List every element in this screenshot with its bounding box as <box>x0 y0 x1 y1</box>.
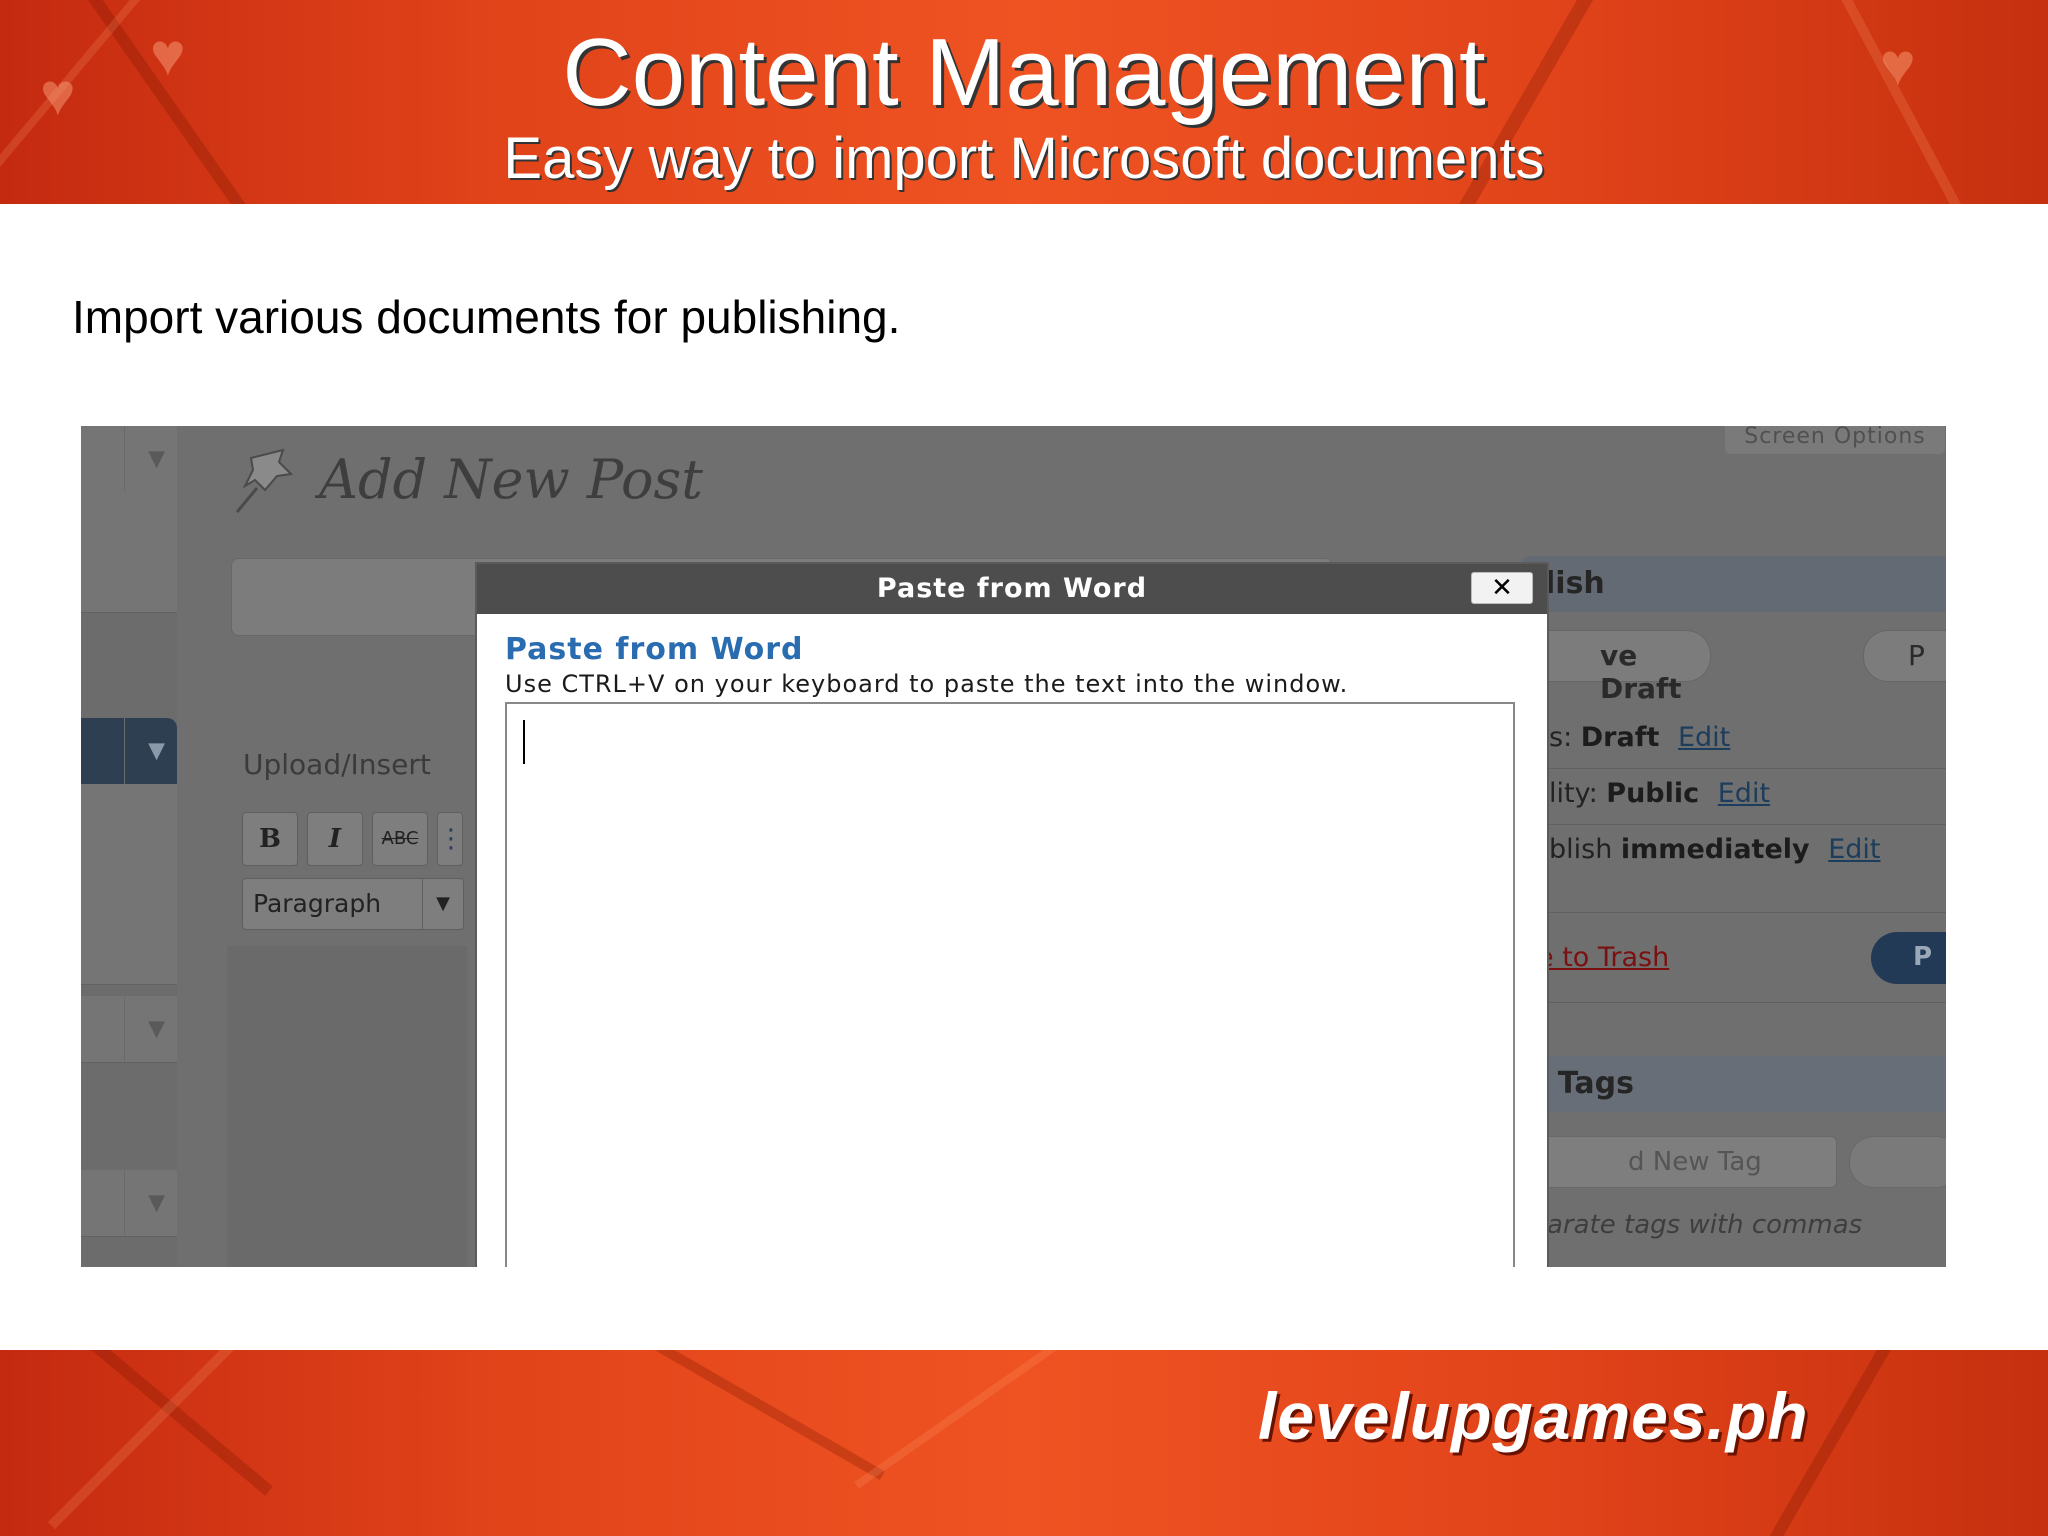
schedule-label: blish <box>1549 834 1613 865</box>
slide-subtitle: Easy way to import Microsoft documents <box>503 126 1545 191</box>
page-title: Add New Post <box>319 448 703 511</box>
wordpress-screenshot: ▼ ▼ ▼ ▼ Add New Post Screen Options Uplo… <box>81 426 1946 1267</box>
text-caret <box>523 720 525 764</box>
chevron-down-icon: ▼ <box>148 1016 165 1042</box>
dialog-heading: Paste from Word <box>505 632 804 667</box>
chevron-down-icon: ▼ <box>148 1190 165 1216</box>
add-tag-input[interactable]: d New Tag <box>1501 1136 1837 1188</box>
add-tag-button[interactable] <box>1849 1136 1946 1188</box>
edit-visibility-link[interactable]: Edit <box>1718 778 1770 809</box>
publish-button[interactable]: P <box>1871 932 1946 984</box>
edit-schedule-link[interactable]: Edit <box>1828 834 1880 865</box>
slide-body-text: Import various documents for publishing. <box>72 291 901 343</box>
divider <box>1521 824 1946 825</box>
divider <box>1521 1002 1946 1003</box>
tag-input-placeholder: d New Tag <box>1628 1147 1762 1177</box>
admin-sidebar: ▼ ▼ ▼ ▼ <box>81 426 177 1267</box>
dialog-instruction: Use CTRL+V on your keyboard to paste the… <box>505 670 1349 698</box>
save-draft-label: ve Draft <box>1600 639 1682 705</box>
slide-title: Content Management <box>562 19 1486 126</box>
pushpin-icon <box>235 448 294 513</box>
sidebar-menu-item[interactable] <box>81 492 177 613</box>
italic-button[interactable]: I <box>307 812 363 866</box>
divider <box>1521 912 1946 913</box>
visibility-label: lity: <box>1549 778 1598 809</box>
screen-options-tab[interactable]: Screen Options <box>1725 426 1945 454</box>
publish-button-label: P <box>1913 942 1933 972</box>
chevron-down-icon: ▼ <box>422 879 463 929</box>
chevron-down-icon: ▼ <box>148 446 165 472</box>
schedule-row: blish immediately Edit <box>1549 834 1881 865</box>
schedule-value: immediately <box>1620 834 1810 865</box>
preview-label: P <box>1908 639 1925 672</box>
format-select-value: Paragraph <box>253 889 382 918</box>
dialog-title: Paste from Word <box>876 573 1148 604</box>
publish-box-title: lish <box>1545 566 1605 601</box>
edit-status-link[interactable]: Edit <box>1678 722 1730 753</box>
close-icon[interactable]: ✕ <box>1471 572 1533 604</box>
format-select[interactable]: Paragraph ▼ <box>242 878 464 930</box>
sidebar-menu-item[interactable]: ▼ <box>81 996 177 1063</box>
sidebar-submenu[interactable] <box>81 784 177 985</box>
dialog-titlebar[interactable]: Paste from Word ✕ <box>477 564 1547 614</box>
strikethrough-button[interactable]: ABC <box>372 812 428 866</box>
paste-textarea[interactable] <box>505 702 1515 1267</box>
post-status-row: s: Draft Edit <box>1549 722 1730 753</box>
move-to-trash-link[interactable]: e to Trash <box>1537 942 1669 973</box>
preview-button[interactable]: P <box>1863 630 1946 682</box>
sidebar-menu-item-active[interactable]: ▼ <box>81 718 177 785</box>
chevron-down-icon: ▼ <box>148 738 165 764</box>
upload-insert-label[interactable]: Upload/Insert <box>243 748 431 781</box>
editor-area[interactable] <box>227 946 467 1267</box>
visibility-value: Public <box>1606 778 1700 809</box>
visibility-row: lity: Public Edit <box>1549 778 1770 809</box>
sidebar-menu-item[interactable]: ▼ <box>81 426 177 493</box>
bold-button[interactable]: B <box>242 812 298 866</box>
divider <box>1521 768 1946 769</box>
tags-hint: arate tags with commas <box>1547 1210 1863 1240</box>
brand-logo: levelupgames.ph <box>1258 1379 1809 1453</box>
paste-from-word-dialog: Paste from Word ✕ Paste from Word Use CT… <box>475 562 1549 1267</box>
status-value: Draft <box>1580 722 1660 753</box>
status-label: s: <box>1549 722 1573 753</box>
sidebar-menu-item[interactable]: ▼ <box>81 1170 177 1237</box>
more-toolbar-icon[interactable]: ⋮ <box>437 812 464 866</box>
